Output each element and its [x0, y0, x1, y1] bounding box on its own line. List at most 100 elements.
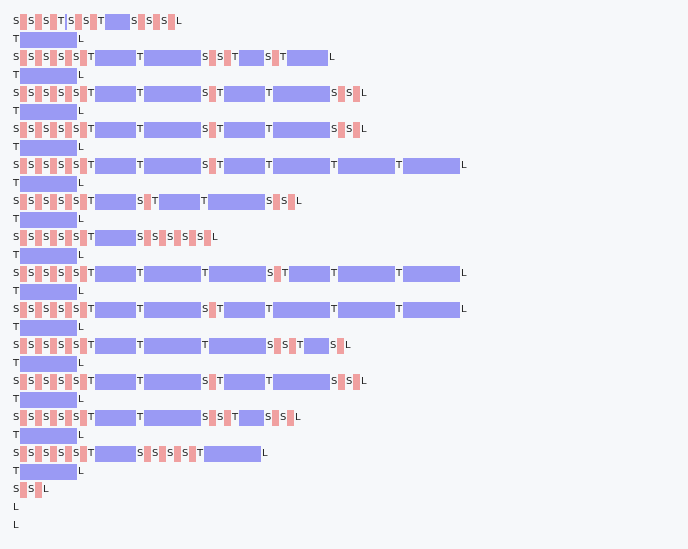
token-letter: T	[266, 160, 273, 171]
long-token-box	[20, 428, 77, 444]
token-t: T	[217, 85, 266, 103]
token-t: T	[217, 157, 266, 175]
token-letter: S	[58, 196, 65, 207]
token-letter: S	[265, 52, 272, 63]
short-token-box	[20, 122, 27, 138]
token-letter: S	[13, 304, 20, 315]
token-s: S	[28, 13, 43, 31]
token-t: T	[98, 13, 131, 31]
token-l: L	[461, 157, 468, 175]
token-letter: S	[43, 160, 50, 171]
token-letter: T	[13, 142, 20, 153]
long-token-box	[224, 374, 265, 390]
token-letter: S	[73, 304, 80, 315]
token-letter: L	[461, 160, 467, 171]
token-letter: S	[13, 448, 20, 459]
token-l: L	[329, 49, 336, 67]
token-s: S	[73, 49, 88, 67]
token-t: T	[58, 13, 68, 31]
token-letter: L	[13, 520, 19, 531]
token-t: T	[88, 85, 137, 103]
long-token-box	[239, 410, 264, 426]
token-letter: T	[331, 160, 338, 171]
token-s: S	[13, 49, 28, 67]
short-token-box	[189, 446, 196, 462]
token-s: S	[331, 373, 346, 391]
token-letter: S	[13, 88, 20, 99]
token-letter: L	[78, 466, 84, 477]
token-letter: S	[346, 88, 353, 99]
token-s: S	[13, 157, 28, 175]
long-token-box	[95, 230, 136, 246]
token-l: L	[296, 193, 303, 211]
token-s: S	[73, 193, 88, 211]
token-letter: S	[28, 196, 35, 207]
short-token-box	[65, 50, 72, 66]
token-letter: T	[201, 196, 208, 207]
token-s: S	[28, 121, 43, 139]
token-t: T	[88, 409, 137, 427]
token-s: S	[267, 337, 282, 355]
long-token-box	[95, 446, 136, 462]
token-t: T	[266, 373, 331, 391]
token-letter: S	[202, 124, 209, 135]
token-l: L	[78, 319, 85, 337]
token-t: T	[88, 373, 137, 391]
token-s: S	[28, 157, 43, 175]
token-t: T	[217, 301, 266, 319]
short-token-box	[20, 302, 27, 318]
short-token-box	[209, 374, 216, 390]
token-l: L	[78, 103, 85, 121]
short-token-box	[20, 338, 27, 354]
token-letter: L	[176, 16, 182, 27]
short-token-box	[35, 446, 42, 462]
short-token-box	[80, 86, 87, 102]
token-letter: S	[167, 232, 174, 243]
token-letter: L	[13, 502, 19, 513]
token-s: S	[58, 337, 73, 355]
token-letter: T	[137, 52, 144, 63]
token-letter: L	[78, 214, 84, 225]
token-t: T	[282, 265, 331, 283]
token-t: T	[137, 409, 202, 427]
token-t: T	[197, 445, 262, 463]
short-token-box	[189, 230, 196, 246]
token-letter: S	[202, 304, 209, 315]
token-s: S	[73, 157, 88, 175]
token-s: S	[68, 13, 83, 31]
token-line: SSSSSTTTSSTSL	[13, 337, 468, 355]
token-l: L	[78, 391, 85, 409]
token-letter: S	[330, 340, 337, 351]
token-s: S	[202, 85, 217, 103]
short-token-box	[20, 158, 27, 174]
token-letter: T	[88, 232, 95, 243]
token-line: TL	[13, 283, 468, 301]
token-l: L	[78, 139, 85, 157]
token-t: T	[137, 157, 202, 175]
short-token-box	[224, 50, 231, 66]
token-letter: L	[78, 178, 84, 189]
token-letter: S	[73, 448, 80, 459]
token-s: S	[83, 13, 98, 31]
token-letter: S	[28, 232, 35, 243]
short-token-box	[353, 86, 360, 102]
token-s: S	[330, 337, 345, 355]
token-letter: T	[88, 304, 95, 315]
token-s: S	[58, 157, 73, 175]
long-token-box	[20, 140, 77, 156]
token-t: T	[331, 265, 396, 283]
token-s: S	[43, 13, 58, 31]
token-s: S	[73, 445, 88, 463]
token-letter: S	[217, 412, 224, 423]
token-s: S	[58, 49, 73, 67]
token-letter: S	[152, 232, 159, 243]
token-letter: S	[13, 160, 20, 171]
token-t: T	[13, 211, 78, 229]
token-t: T	[88, 121, 137, 139]
token-s: S	[73, 121, 88, 139]
token-letter: S	[131, 16, 138, 27]
token-t: T	[396, 157, 461, 175]
token-l: L	[13, 517, 20, 535]
token-t: T	[331, 301, 396, 319]
token-letter: S	[58, 232, 65, 243]
